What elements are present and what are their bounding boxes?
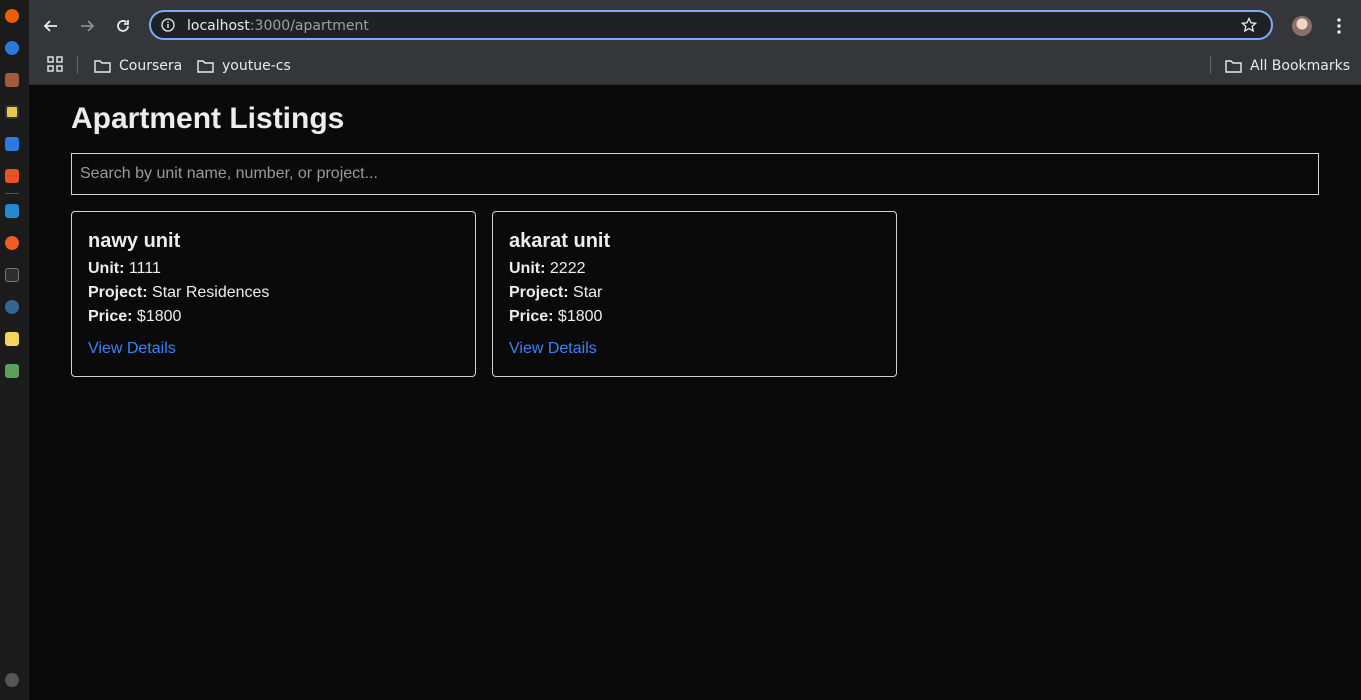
listing-project-row: Project: Star Residences: [88, 281, 459, 305]
software-icon[interactable]: [5, 169, 19, 183]
bookmarks-divider: [77, 56, 78, 74]
back-button[interactable]: [38, 13, 64, 39]
dock-separator: [5, 193, 19, 194]
folder-icon: [197, 60, 214, 73]
thunderbird-icon[interactable]: [5, 41, 19, 55]
project-label: Project:: [88, 284, 148, 301]
bookmark-coursera[interactable]: Coursera: [94, 58, 182, 74]
apps-grid-icon[interactable]: [5, 673, 19, 687]
listing-card: akarat unit Unit: 2222 Project: Star Pri…: [492, 211, 897, 377]
site-info-icon[interactable]: [161, 18, 175, 32]
listing-unit: 1111: [128, 260, 161, 277]
pgadmin-icon[interactable]: [5, 300, 19, 314]
page-content: Apartment Listings nawy unit Unit: 1111 …: [29, 85, 1361, 700]
url-text: localhost:3000/apartment: [187, 18, 369, 34]
listing-price-row: Price: $1800: [88, 305, 459, 329]
writer-icon[interactable]: [5, 137, 19, 151]
listing-project: Star Residences: [152, 284, 270, 301]
unit-label: Unit:: [88, 260, 125, 277]
reload-icon: [117, 20, 129, 32]
reload-button[interactable]: [110, 13, 136, 39]
price-label: Price:: [509, 308, 554, 325]
folder-icon: [94, 60, 111, 73]
notes-icon[interactable]: [5, 332, 19, 346]
rhythmbox-icon[interactable]: [5, 105, 19, 119]
firefox-icon[interactable]: [5, 9, 19, 23]
url-path: :3000/apartment: [249, 18, 369, 34]
apps-button[interactable]: [47, 56, 63, 72]
url-host: localhost: [187, 18, 250, 34]
all-bookmarks-label: All Bookmarks: [1250, 58, 1351, 74]
forward-arrow-icon: [81, 20, 95, 32]
price-label: Price:: [88, 308, 133, 325]
listing-card: nawy unit Unit: 1111 Project: Star Resid…: [71, 211, 476, 377]
address-bar[interactable]: localhost:3000/apartment: [149, 10, 1273, 40]
listing-name: nawy unit: [88, 230, 181, 252]
listing-price: $1800: [557, 308, 603, 325]
kebab-menu-icon: [1337, 18, 1341, 34]
listing-project-row: Project: Star: [509, 281, 880, 305]
listing-unit: 2222: [549, 260, 586, 277]
folder-icon: [1225, 60, 1242, 73]
os-dock: [0, 0, 29, 700]
browser-toolbar: localhost:3000/apartment: [29, 0, 1361, 52]
files-icon[interactable]: [5, 73, 19, 87]
bookmark-youtue-cs[interactable]: youtue-cs: [197, 58, 291, 74]
all-bookmarks-button[interactable]: All Bookmarks: [1225, 58, 1350, 74]
listing-price-row: Price: $1800: [509, 305, 880, 329]
listing-unit-row: Unit: 1111: [88, 257, 459, 281]
search-input[interactable]: [71, 153, 1319, 195]
browser-menu-button[interactable]: [1331, 16, 1347, 36]
postman-icon[interactable]: [5, 236, 19, 250]
bookmarks-divider: [1210, 56, 1211, 74]
bookmarks-bar: Coursera youtue-cs All Bookmarks: [29, 52, 1361, 85]
listing-unit-row: Unit: 2222: [509, 257, 880, 281]
listing-project: Star: [573, 284, 603, 301]
project-label: Project:: [509, 284, 569, 301]
back-arrow-icon: [43, 20, 57, 32]
view-details-link[interactable]: View Details: [88, 337, 176, 361]
bookmark-label: youtue-cs: [222, 58, 291, 74]
forward-button[interactable]: [74, 13, 100, 39]
vscode-icon[interactable]: [5, 204, 19, 218]
profile-avatar[interactable]: [1292, 16, 1312, 36]
trash-icon[interactable]: [5, 364, 19, 378]
listing-name: akarat unit: [509, 230, 611, 252]
bookmark-label: Coursera: [119, 58, 183, 74]
bookmark-star-icon[interactable]: [1241, 17, 1257, 33]
apps-grid-icon: [47, 56, 63, 72]
view-details-link[interactable]: View Details: [509, 337, 597, 361]
listing-price: $1800: [136, 308, 182, 325]
page-title: Apartment Listings: [71, 102, 345, 135]
unit-label: Unit:: [509, 260, 546, 277]
terminal-icon[interactable]: [5, 268, 19, 282]
